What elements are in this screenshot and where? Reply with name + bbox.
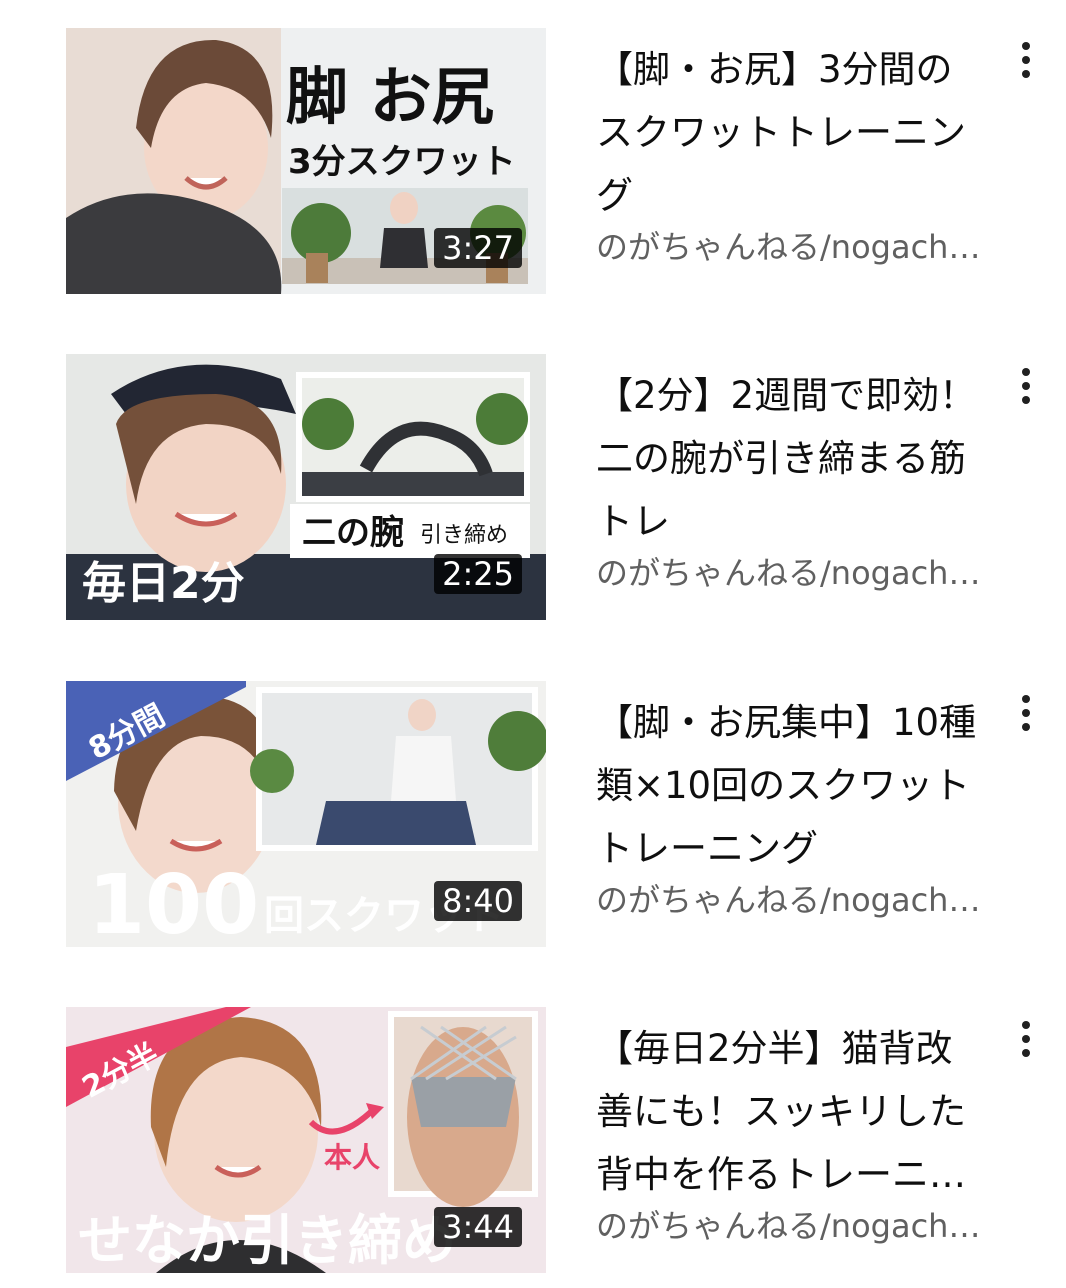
video-item[interactable]: 脚 お尻 3分スクワット 3:27 【脚・お尻】3分間のスクワットトレーニング … (0, 28, 1066, 296)
duration-badge: 3:27 (434, 228, 522, 268)
thumbnail-title: 二の腕 (302, 513, 404, 553)
video-title[interactable]: 【毎日2分半】猫背改善にも！スッキリした背中を作るトレーニング (596, 1017, 988, 1206)
more-vert-icon[interactable] (1010, 1015, 1042, 1063)
duration-badge: 8:40 (434, 881, 522, 921)
video-details[interactable]: 【2分】2週間で即効！二の腕が引き締まる筋トレ のがちゃんねる/nogachan… (596, 364, 988, 597)
channel-name[interactable]: のがちゃんねる/nogachannel (596, 876, 988, 924)
video-thumbnail[interactable]: 二の腕 引き締め 毎日2分 2:25 (66, 354, 546, 620)
more-vert-icon[interactable] (1010, 36, 1042, 84)
more-vert-icon[interactable] (1010, 689, 1042, 737)
video-title[interactable]: 【脚・お尻集中】10種類×10回のスクワットトレーニング (596, 691, 988, 880)
video-item[interactable]: 8分間 100 回スクワット 8:40 【脚・お尻集中】10種類×10回のスクワ… (0, 681, 1066, 949)
channel-name[interactable]: のがちゃんねる/nogachannel (596, 549, 988, 597)
video-details[interactable]: 【脚・お尻】3分間のスクワットトレーニング のがちゃんねる/nogachanne… (596, 38, 988, 271)
duration-badge: 3:44 (434, 1207, 522, 1247)
thumbnail-label: 本人 (324, 1141, 380, 1174)
thumbnail-subtitle: 3分スクワット (288, 142, 516, 182)
video-title[interactable]: 【脚・お尻】3分間のスクワットトレーニング (596, 38, 988, 227)
duration-badge: 2:25 (434, 554, 522, 594)
video-thumbnail[interactable]: 脚 お尻 3分スクワット 3:27 (66, 28, 546, 294)
video-thumbnail[interactable]: 8分間 100 回スクワット 8:40 (66, 681, 546, 947)
video-details[interactable]: 【毎日2分半】猫背改善にも！スッキリした背中を作るトレーニング のがちゃんねる/… (596, 1017, 988, 1250)
video-item[interactable]: 二の腕 引き締め 毎日2分 2:25 【2分】2週間で即効！二の腕が引き締まる筋… (0, 354, 1066, 622)
channel-name[interactable]: のがちゃんねる/nogachannel (596, 223, 988, 271)
thumbnail-caption: 毎日2分 (82, 558, 245, 609)
thumbnail-subtitle: 引き締め (420, 523, 508, 548)
video-thumbnail[interactable]: 2分半 本人 せなか引き締め 3:44 (66, 1007, 546, 1273)
more-vert-icon[interactable] (1010, 362, 1042, 410)
video-item[interactable]: 2分半 本人 せなか引き締め 3:44 【毎日2分半】猫背改善にも！スッキリした… (0, 1007, 1066, 1275)
video-title[interactable]: 【2分】2週間で即効！二の腕が引き締まる筋トレ (596, 364, 988, 553)
video-list: 脚 お尻 3分スクワット 3:27 【脚・お尻】3分間のスクワットトレーニング … (0, 0, 1066, 1288)
video-details[interactable]: 【脚・お尻集中】10種類×10回のスクワットトレーニング のがちゃんねる/nog… (596, 691, 988, 924)
thumbnail-caption: せなか引き締め (78, 1209, 456, 1272)
thumbnail-title: 脚 お尻 (286, 60, 494, 133)
channel-name[interactable]: のがちゃんねる/nogachannel (596, 1202, 988, 1250)
thumbnail-number: 100 (88, 858, 259, 947)
